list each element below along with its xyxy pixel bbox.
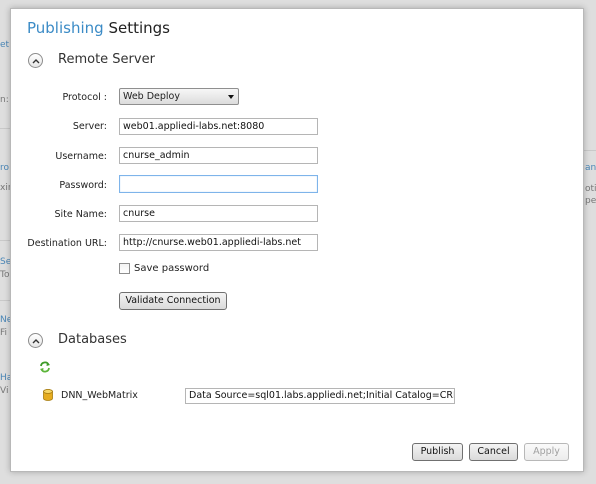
- database-name: DNN_WebMatrix: [61, 389, 138, 401]
- bg-text-fragment: To: [0, 270, 10, 280]
- databases-collapse-toggle[interactable]: [28, 333, 43, 348]
- remote-server-section-title: Remote Server: [58, 52, 155, 67]
- bg-text-fragment: n:: [0, 95, 9, 105]
- cancel-button[interactable]: Cancel: [469, 443, 518, 461]
- connection-string-input[interactable]: Data Source=sql01.labs.appliedi.net;Init…: [185, 388, 455, 404]
- server-label: Server:: [72, 121, 107, 132]
- bg-divider: [0, 128, 10, 129]
- bg-divider: [584, 150, 596, 151]
- protocol-select[interactable]: Web Deploy: [119, 88, 239, 105]
- database-icon: [43, 389, 53, 401]
- chevron-up-icon: [32, 58, 39, 63]
- dialog-title-rest: Settings: [108, 19, 170, 37]
- site-name-label: Site Name:: [54, 209, 108, 220]
- publish-button[interactable]: Publish: [412, 443, 463, 461]
- bg-text-fragment: Vi: [0, 386, 9, 396]
- save-password-label: Save password: [134, 263, 210, 274]
- bg-divider: [0, 300, 10, 301]
- bg-divider: [0, 240, 10, 241]
- database-row: DNN_WebMatrix: [43, 389, 138, 401]
- username-label: Username:: [55, 151, 107, 162]
- remote-server-collapse-toggle[interactable]: [28, 53, 43, 68]
- chevron-up-icon: [32, 338, 39, 343]
- dropdown-arrow-icon: [228, 95, 234, 99]
- dialog-title: Publishing Settings: [27, 19, 170, 37]
- publishing-settings-dialog: Publishing Settings Remote Server Protoc…: [10, 8, 584, 472]
- save-password-checkbox[interactable]: [119, 263, 130, 274]
- bg-text-fragment: Fi: [0, 328, 8, 338]
- databases-section-title: Databases: [58, 332, 127, 347]
- bg-text-fragment: pe: [585, 196, 596, 206]
- apply-button[interactable]: Apply: [524, 443, 569, 461]
- password-label: Password:: [59, 180, 107, 191]
- bg-text-fragment: oti: [585, 184, 596, 194]
- bg-text-fragment: an: [585, 163, 596, 173]
- destination-url-label: Destination URL:: [27, 238, 107, 249]
- dialog-title-accent: Publishing: [27, 19, 104, 37]
- validate-connection-button[interactable]: Validate Connection: [119, 292, 227, 310]
- username-input[interactable]: cnurse_admin: [119, 147, 318, 164]
- bg-text-fragment: ro: [0, 163, 10, 173]
- protocol-select-value: Web Deploy: [123, 91, 180, 102]
- protocol-label: Protocol :: [62, 92, 107, 103]
- refresh-icon[interactable]: [39, 361, 51, 376]
- password-input[interactable]: [119, 175, 318, 193]
- destination-url-input[interactable]: http://cnurse.web01.appliedi-labs.net: [119, 234, 318, 251]
- save-password-row[interactable]: Save password: [119, 263, 209, 274]
- server-input[interactable]: web01.appliedi-labs.net:8080: [119, 118, 318, 135]
- site-name-input[interactable]: cnurse: [119, 205, 318, 222]
